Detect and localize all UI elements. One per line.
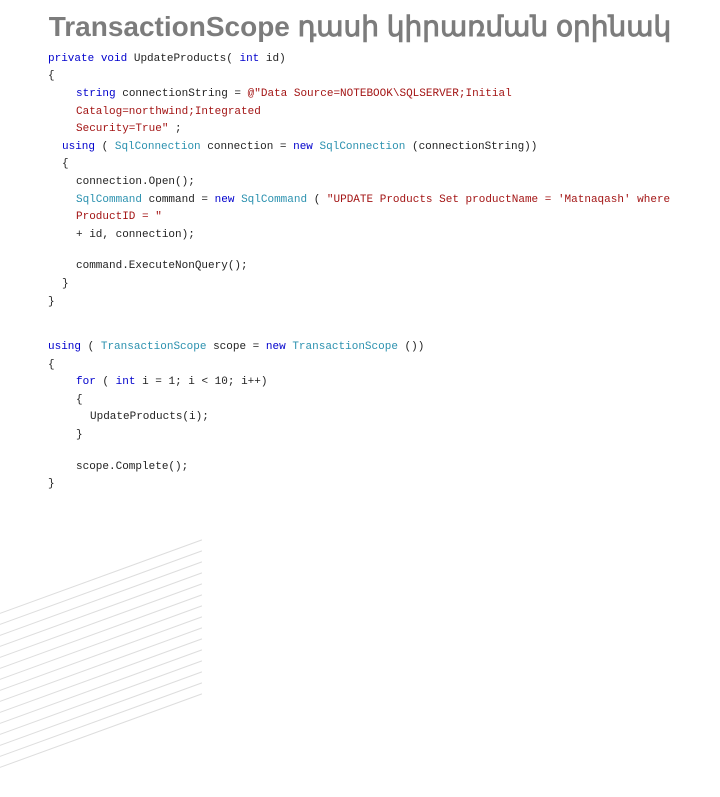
type: SqlCommand [76, 194, 142, 206]
code-text: ()) [405, 341, 425, 353]
keyword: string [76, 88, 116, 100]
code-line: } [48, 476, 684, 494]
code-text: UpdateProducts( [134, 53, 233, 65]
type: TransactionScope [101, 341, 207, 353]
keyword: private [48, 53, 94, 65]
slide-title: TransactionScope դասի կիրառման օրինակ [0, 12, 720, 43]
code-line: scope.Complete(); [76, 459, 684, 477]
code-line: } [48, 294, 684, 312]
keyword: for [76, 376, 96, 388]
code-text: connection = [207, 141, 293, 153]
code-line: { [48, 357, 684, 375]
keyword: using [62, 141, 95, 153]
code-line: Security=True" ; [76, 121, 684, 139]
code-line: SqlCommand command = new SqlCommand ( "U… [76, 192, 684, 227]
code-text: ; [175, 123, 182, 135]
code-text: (connectionString)) [412, 141, 537, 153]
code-text: connectionString = [122, 88, 247, 100]
keyword: int [116, 376, 136, 388]
code-line: string connectionString = @"Data Source=… [76, 86, 684, 121]
code-line: } [76, 427, 684, 445]
code-line: { [48, 68, 684, 86]
code-line: for ( int i = 1; i < 10; i++) [76, 374, 684, 392]
code-text: ( [88, 341, 95, 353]
keyword: new [215, 194, 235, 206]
code-text: ( [102, 376, 109, 388]
type: SqlConnection [115, 141, 201, 153]
code-line: using ( SqlConnection connection = new S… [62, 139, 684, 157]
code-line: using ( TransactionScope scope = new Tra… [48, 339, 684, 357]
code-block: private void UpdateProducts( int id) { s… [0, 51, 720, 494]
code-line: command.ExecuteNonQuery(); [76, 258, 684, 276]
code-line: UpdateProducts(i); [90, 409, 684, 427]
code-text: scope = [213, 341, 266, 353]
code-line: + id, connection); [76, 227, 684, 245]
code-text: ( [102, 141, 109, 153]
code-line: { [76, 392, 684, 410]
keyword: void [101, 53, 127, 65]
code-line: { [62, 156, 684, 174]
code-text: command = [149, 194, 215, 206]
code-text: id) [266, 53, 286, 65]
code-line: } [62, 276, 684, 294]
keyword: int [239, 53, 259, 65]
type: SqlConnection [320, 141, 406, 153]
code-text: ( [314, 194, 321, 206]
code-line: private void UpdateProducts( int id) [48, 51, 684, 69]
code-line: connection.Open(); [76, 174, 684, 192]
string-literal: Security=True" [76, 123, 168, 135]
type: TransactionScope [292, 341, 398, 353]
keyword: using [48, 341, 81, 353]
keyword: new [266, 341, 286, 353]
code-text: i = 1; i < 10; i++) [142, 376, 267, 388]
keyword: new [293, 141, 313, 153]
type: SqlCommand [241, 194, 307, 206]
